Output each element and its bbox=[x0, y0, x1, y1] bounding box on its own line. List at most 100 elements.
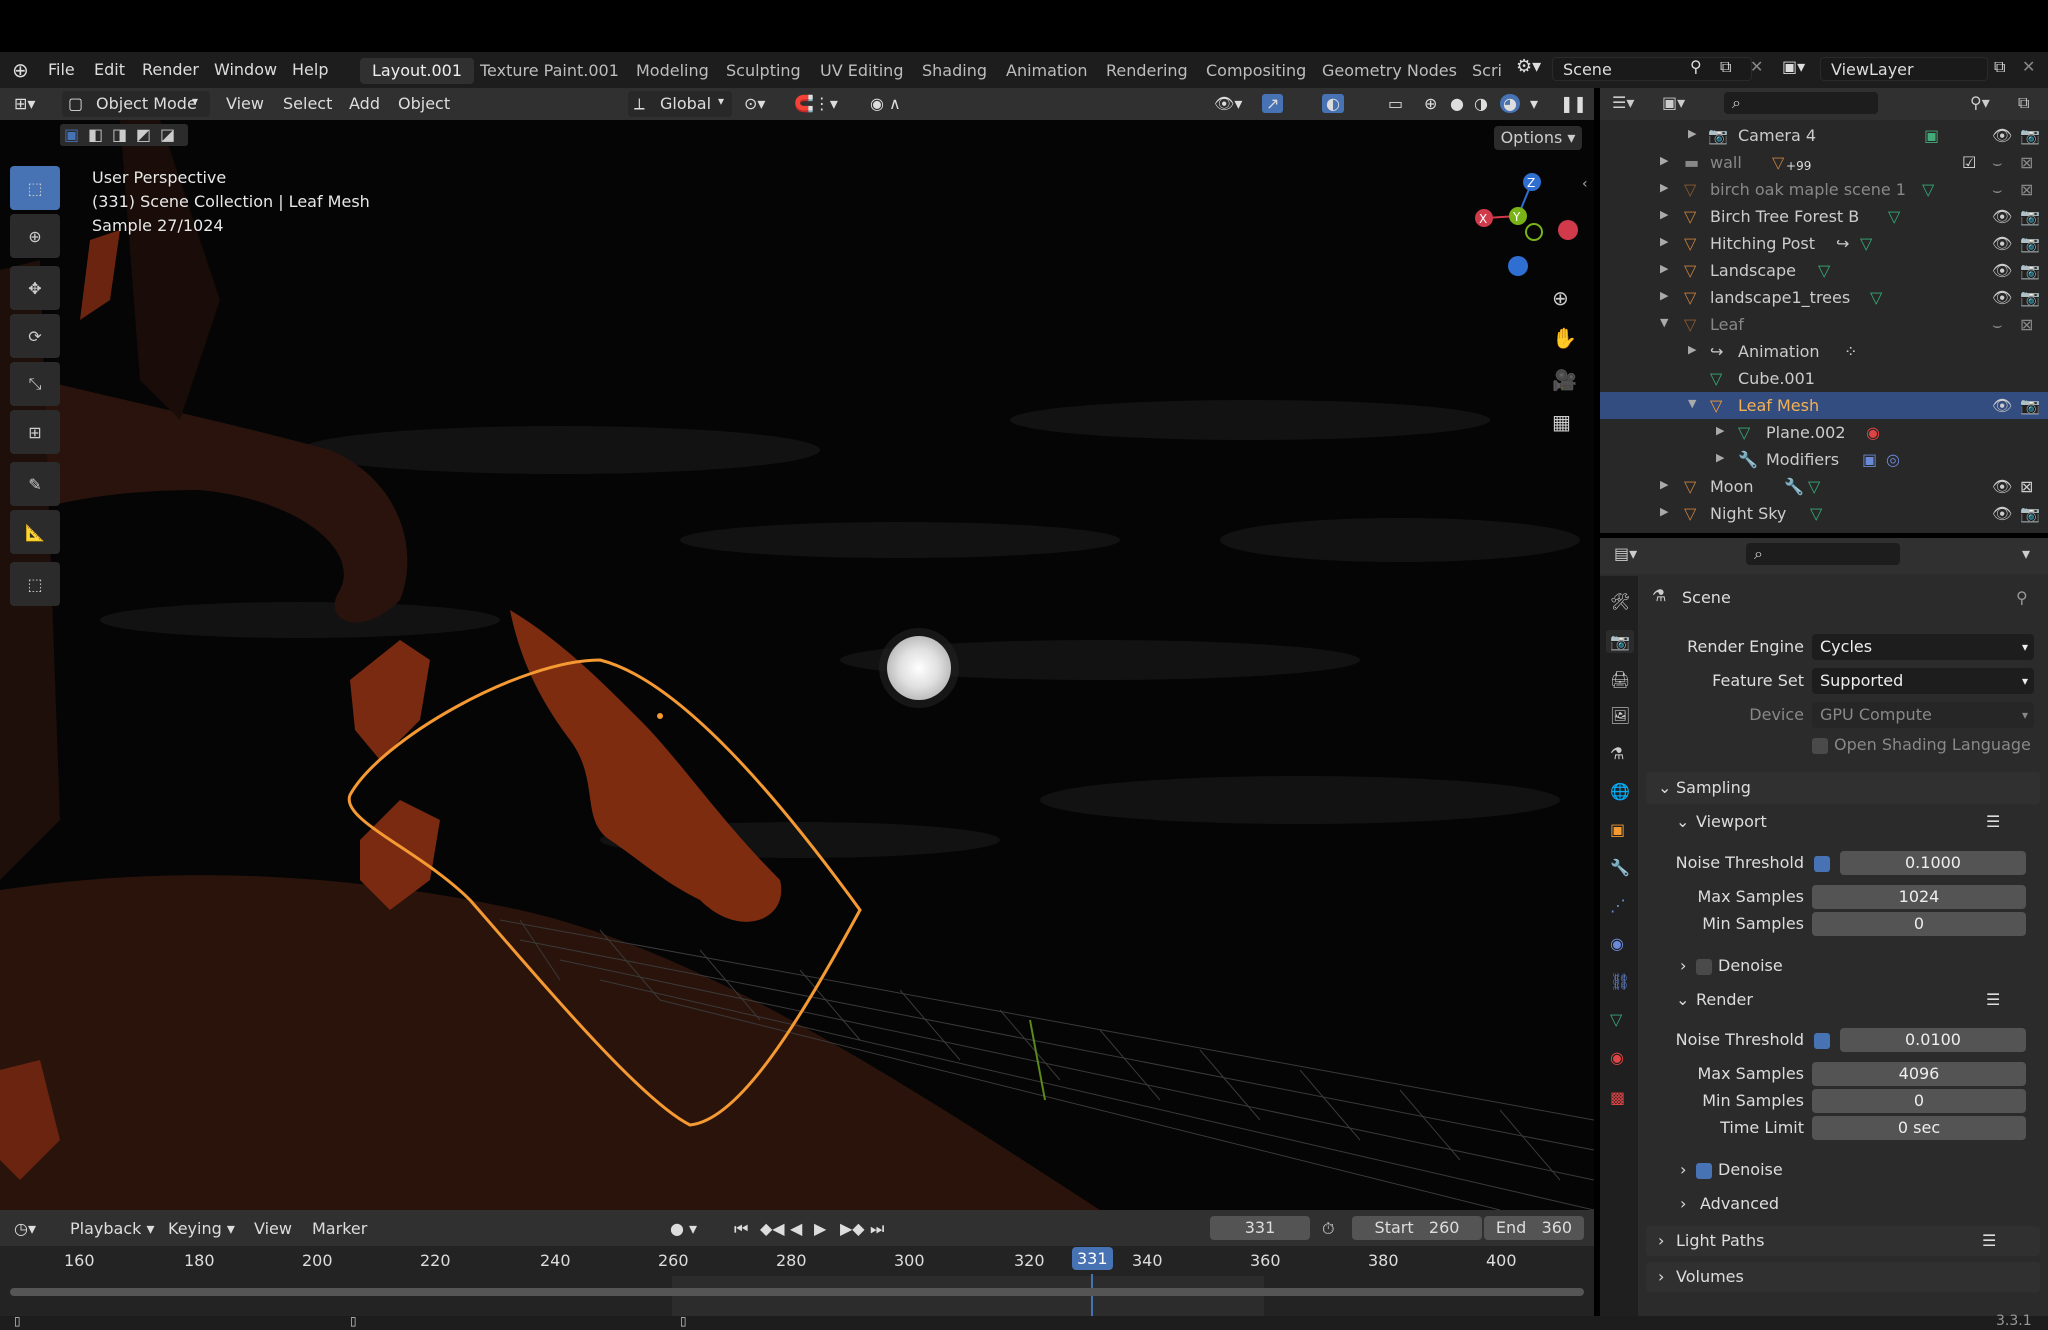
zoom-icon[interactable]: ⊕ bbox=[1552, 286, 1569, 310]
expand-arrow-icon[interactable]: ▶ bbox=[1688, 127, 1696, 140]
expand-arrow-icon[interactable]: ▶ bbox=[1660, 478, 1668, 491]
material-shading-icon[interactable]: ◑ bbox=[1474, 94, 1488, 113]
outliner-editor-icon[interactable]: ☰▾ bbox=[1612, 93, 1634, 112]
physics-tab-icon[interactable]: ◉ bbox=[1610, 934, 1624, 953]
menu-window[interactable]: Window bbox=[214, 60, 277, 79]
tab-layout[interactable]: Layout.001 bbox=[360, 58, 475, 84]
wireframe-shading-icon[interactable]: ⊕ bbox=[1424, 94, 1437, 113]
properties-search[interactable]: ⌕ bbox=[1746, 543, 1900, 565]
render-camera-icon[interactable]: 📷 bbox=[2020, 126, 2040, 145]
output-tab-icon[interactable]: 🖨 bbox=[1610, 670, 1630, 689]
modifier-tab-icon[interactable]: 🔧 bbox=[1610, 858, 1630, 877]
select-subtract-icon[interactable]: ◨ bbox=[112, 125, 127, 144]
expand-arrow-icon[interactable]: ▶ bbox=[1716, 451, 1724, 464]
vp-noise-threshold-field[interactable]: 0.1000 bbox=[1840, 851, 2026, 875]
properties-editor-icon[interactable]: ▤▾ bbox=[1614, 544, 1637, 563]
r-noise-threshold-field[interactable]: 0.0100 bbox=[1840, 1028, 2026, 1052]
world-tab-icon[interactable]: 🌐 bbox=[1610, 782, 1630, 801]
add-cube-tool[interactable]: ⬚ bbox=[10, 562, 60, 606]
material-tab-icon[interactable]: ◉ bbox=[1610, 1048, 1624, 1067]
expand-arrow-icon[interactable]: › bbox=[1680, 1160, 1686, 1179]
select-mode-buttons[interactable]: ▣ ◧ ◨ ◩ ◪ bbox=[60, 124, 188, 146]
texture-tab-icon[interactable]: ▩ bbox=[1610, 1088, 1625, 1107]
snap-icon[interactable]: 🧲⋮▾ bbox=[794, 94, 838, 113]
current-frame-field[interactable]: 331 bbox=[1210, 1216, 1310, 1240]
feature-set-dropdown[interactable]: Supported ▾ bbox=[1812, 668, 2034, 694]
menu-edit[interactable]: Edit bbox=[94, 60, 125, 79]
perspective-toggle-icon[interactable]: ▦ bbox=[1552, 410, 1571, 434]
rendered-shading-icon[interactable]: ◕ bbox=[1500, 94, 1520, 113]
presets-icon[interactable]: ☰ bbox=[1982, 1231, 1996, 1250]
render-camera-icon[interactable]: 📷 bbox=[2020, 261, 2040, 280]
menu-render[interactable]: Render bbox=[142, 60, 199, 79]
mode-dropdown[interactable]: ▢ Object Mode ▾ bbox=[62, 91, 210, 117]
outliner-row[interactable]: ▶ ▽ Hitching Post ↪ ▽ 👁 📷 bbox=[1600, 230, 2048, 257]
tab-rendering[interactable]: Rendering bbox=[1094, 58, 1200, 84]
render-engine-dropdown[interactable]: Cycles ▾ bbox=[1812, 634, 2034, 660]
presets-icon[interactable]: ☰ bbox=[1986, 812, 2000, 831]
select-box-tool[interactable]: ⬚ bbox=[10, 166, 60, 210]
device-dropdown[interactable]: GPU Compute ▾ bbox=[1812, 702, 2034, 728]
expand-arrow-icon[interactable]: › bbox=[1680, 1194, 1686, 1213]
shading-options-icon[interactable]: ▾ bbox=[1530, 94, 1538, 113]
advanced-label[interactable]: Advanced bbox=[1700, 1194, 1779, 1213]
cursor-tool[interactable]: ⊕ bbox=[10, 214, 60, 258]
outliner-row[interactable]: ▶ ▽ Landscape ▽ 👁 📷 bbox=[1600, 257, 2048, 284]
eye-icon[interactable]: 👁 bbox=[1992, 234, 2012, 253]
proportional-edit-icon[interactable]: ◉ ∧ bbox=[870, 94, 901, 113]
play-reverse-icon[interactable]: ◀ bbox=[790, 1219, 802, 1238]
expand-arrow-icon[interactable]: ▶ bbox=[1660, 154, 1668, 167]
render-disabled-icon[interactable]: ⊠ bbox=[2020, 477, 2033, 496]
outliner-row[interactable]: ▶ 🔧 Modifiers ▣ ◎ bbox=[1600, 446, 2048, 473]
expand-arrow-icon[interactable]: ▶ bbox=[1688, 343, 1696, 356]
tab-compositing[interactable]: Compositing bbox=[1194, 58, 1318, 84]
vp-denoise-checkbox[interactable] bbox=[1696, 959, 1712, 975]
tab-animation[interactable]: Animation bbox=[994, 58, 1100, 84]
expand-arrow-icon[interactable]: ▶ bbox=[1660, 181, 1668, 194]
tab-scripting[interactable]: Scri bbox=[1460, 58, 1514, 84]
select-invert-icon[interactable]: ◩ bbox=[136, 125, 151, 144]
outliner-row[interactable]: ▶ ▽ birch oak maple scene 1 ▽ ⌣ ⊠ bbox=[1600, 176, 2048, 203]
menu-timeline-view[interactable]: View bbox=[254, 1219, 292, 1238]
render-tab-icon[interactable]: 📷 bbox=[1606, 630, 1634, 653]
outliner-row[interactable]: ▼ ▽ Leaf ⌣ ⊠ bbox=[1600, 311, 2048, 338]
tab-geometry-nodes[interactable]: Geometry Nodes bbox=[1310, 58, 1469, 84]
sampling-panel-header[interactable]: ⌄ Sampling bbox=[1646, 772, 2040, 804]
blender-logo-icon[interactable]: ⊕ bbox=[12, 58, 29, 82]
view-layer-tab-icon[interactable]: 🖼 bbox=[1610, 706, 1630, 725]
presets-icon[interactable]: ☰ bbox=[1986, 990, 2000, 1009]
menu-add[interactable]: Add bbox=[349, 94, 380, 113]
eye-icon[interactable]: 👁 bbox=[1992, 396, 2012, 415]
stopwatch-icon[interactable]: ⏱ bbox=[1322, 1219, 1334, 1239]
measure-tool[interactable]: 📐 bbox=[10, 510, 60, 554]
time-limit-field[interactable]: 0 sec bbox=[1812, 1116, 2026, 1140]
osl-checkbox[interactable] bbox=[1812, 738, 1828, 754]
pan-hand-icon[interactable]: ✋ bbox=[1552, 326, 1577, 350]
volumes-panel-header[interactable]: › Volumes bbox=[1646, 1262, 2040, 1292]
prev-keyframe-icon[interactable]: ◆◀ bbox=[760, 1219, 785, 1238]
menu-marker[interactable]: Marker bbox=[312, 1219, 367, 1238]
expand-arrow-icon[interactable]: ▶ bbox=[1660, 289, 1668, 302]
rotate-tool[interactable]: ⟳ bbox=[10, 314, 60, 358]
constraints-tab-icon[interactable]: ⛓ bbox=[1610, 972, 1630, 991]
delete-scene-icon[interactable]: ✕ bbox=[1750, 57, 1763, 76]
expand-arrow-icon[interactable]: ▶ bbox=[1716, 424, 1724, 437]
options-dropdown[interactable]: Options ▾ bbox=[1494, 126, 1582, 150]
hidden-icon[interactable]: ⌣ bbox=[1992, 153, 2003, 173]
next-keyframe-icon[interactable]: ▶◆ bbox=[840, 1219, 865, 1238]
render-camera-icon[interactable]: 📷 bbox=[2020, 396, 2040, 415]
outliner-row[interactable]: ▶ ▽ Plane.002 ◉ bbox=[1600, 419, 2048, 446]
render-disabled-icon[interactable]: ⊠ bbox=[2020, 315, 2033, 334]
vp-noise-threshold-checkbox[interactable] bbox=[1814, 856, 1830, 872]
menu-object[interactable]: Object bbox=[398, 94, 450, 113]
record-icon[interactable]: ● ▾ bbox=[670, 1219, 697, 1238]
select-intersect-icon[interactable]: ◪ bbox=[160, 125, 175, 144]
tab-modeling[interactable]: Modeling bbox=[624, 58, 721, 84]
camera-view-icon[interactable]: 🎥 bbox=[1552, 368, 1577, 392]
start-frame-field[interactable]: Start 260 bbox=[1352, 1216, 1482, 1240]
tab-shading[interactable]: Shading bbox=[910, 58, 999, 84]
scene-selector-icon[interactable]: ⚙▾ bbox=[1516, 56, 1541, 77]
view-layer-field[interactable]: ViewLayer bbox=[1820, 57, 1988, 81]
eye-icon[interactable]: 👁 bbox=[1992, 477, 2012, 496]
tab-uv-editing[interactable]: UV Editing bbox=[808, 58, 915, 84]
